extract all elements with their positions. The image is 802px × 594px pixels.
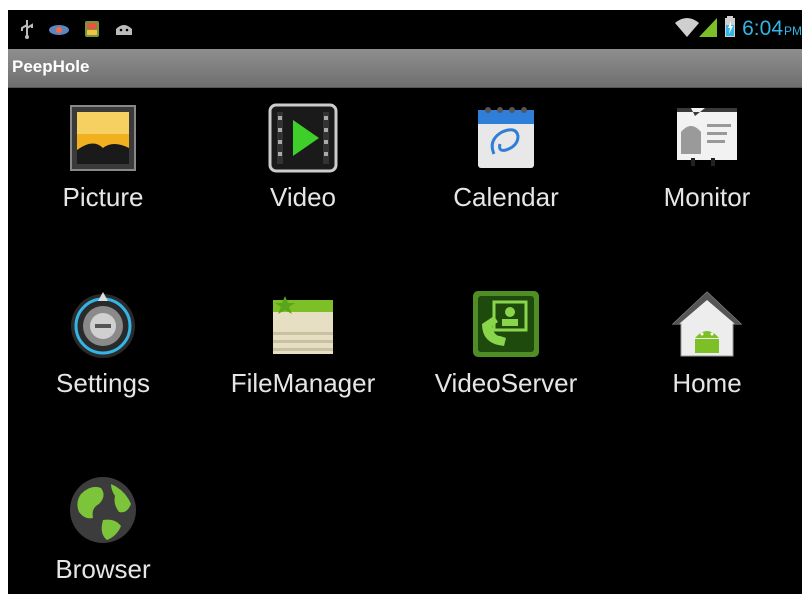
app-label: Home [672,368,742,398]
app-monitor[interactable]: Monitor [612,102,802,213]
status-bar: 6:04PM [8,10,802,49]
app-label: Calendar [453,182,559,212]
app-label: Browser [55,554,151,584]
app-label: Monitor [663,182,751,212]
browser-icon [67,474,139,546]
video-icon [267,102,339,174]
app-picture[interactable]: Picture [8,102,198,213]
app-title: PeepHole [12,57,90,76]
notification-area [20,19,134,43]
video-server-icon [470,288,542,360]
app-label: Picture [62,182,144,212]
clock-time: 6:04 [742,17,783,40]
signal-icon [698,16,718,42]
image-notification-icon [84,20,100,42]
app-label: Settings [56,368,150,398]
home-icon [671,288,743,360]
usb-icon [20,19,34,43]
app-video[interactable]: Video [208,102,398,213]
app-settings[interactable]: Settings [8,288,198,399]
eye-icon [48,22,70,41]
app-label: FileManager [230,368,376,398]
app-filemanager[interactable]: FileManager [208,288,398,399]
app-browser[interactable]: Browser [8,474,198,585]
monitor-icon [671,102,743,174]
title-bar: PeepHole [8,49,802,88]
picture-icon [67,102,139,174]
app-label: Video [269,182,337,212]
settings-icon [67,288,139,360]
app-home[interactable]: Home [612,288,802,399]
wifi-icon [674,16,700,42]
device-screen: 6:04PM PeepHole Picture Video Calendar M… [8,10,802,594]
battery-icon [724,16,736,42]
system-tray: 6:04PM [674,16,802,42]
app-videoserver[interactable]: VideoServer [411,288,601,399]
app-label: VideoServer [434,368,578,398]
file-manager-icon [267,288,339,360]
android-notification-icon [114,21,134,41]
calendar-icon [470,102,542,174]
clock: 6:04PM [742,17,802,41]
app-calendar[interactable]: Calendar [411,102,601,213]
clock-ampm: PM [784,24,802,38]
